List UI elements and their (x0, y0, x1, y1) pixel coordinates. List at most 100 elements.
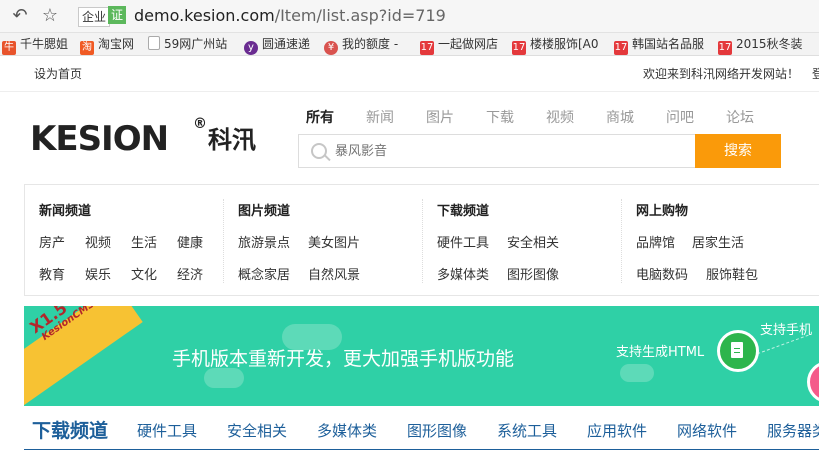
channel-link[interactable]: 教育 (39, 267, 65, 285)
channel-downloads: 下载频道 硬件工具 安全相关 多媒体类 图形图像 (437, 185, 627, 295)
feature-html-label: 支持生成HTML (616, 345, 705, 360)
set-home-link[interactable]: 设为首页 (34, 66, 82, 82)
subnav-link[interactable]: 图形图像 (407, 420, 467, 442)
bookmark-label: 淘宝网 (98, 37, 135, 51)
channel-shopping: 网上购物 品牌馆 居家生活 电脑数码 服饰鞋包 (636, 185, 816, 295)
bookmark-label: 千牛腮姐 (20, 37, 69, 51)
channel-images: 图片频道 旅游景点 美女图片 概念家居 自然风景 (238, 185, 428, 295)
certificate-badge[interactable]: 证 (108, 6, 126, 24)
promo-banner[interactable]: X1.5 KesionCMS 手机版本重新开发，更大加强手机版功能 支持生成HT… (24, 306, 819, 406)
channel-divider (422, 199, 424, 283)
mobile-icon (807, 361, 819, 403)
channel-title[interactable]: 下载频道 (437, 203, 489, 221)
subnav-link[interactable]: 网络软件 (677, 420, 737, 442)
subnav-link[interactable]: 应用软件 (587, 420, 647, 442)
channel-divider (223, 199, 225, 283)
bookmark-item[interactable]: 17 2015秋冬装 (718, 36, 803, 55)
url-field[interactable]: demo.kesion.com/Item/list.asp?id=719 (134, 5, 446, 27)
channel-news: 新闻频道 房产 视频 生活 健康 教育 娱乐 文化 经济 (39, 185, 229, 295)
channel-title[interactable]: 网上购物 (636, 203, 688, 221)
channel-link[interactable]: 视频 (85, 235, 111, 253)
logo-text-cn: 科汛 (208, 126, 256, 154)
17zwd-icon: 17 (512, 41, 526, 55)
search-tab-ask[interactable]: 问吧 (666, 108, 694, 128)
login-link[interactable]: 登 (812, 66, 819, 82)
channel-link[interactable]: 电脑数码 (636, 267, 688, 285)
channel-link[interactable]: 美女图片 (308, 235, 360, 253)
cloud-shape (620, 364, 654, 382)
bookmark-label: 我的额度 - (342, 37, 399, 51)
17zwd-icon: 17 (420, 41, 434, 55)
qianniu-icon: 牛 (2, 41, 16, 55)
search-box (298, 134, 695, 168)
bookmark-item[interactable]: 17 一起做网店 (420, 36, 499, 55)
bookmark-item[interactable]: 59网广州站 (148, 36, 227, 52)
channel-link[interactable]: 经济 (177, 267, 203, 285)
channel-title[interactable]: 新闻频道 (39, 203, 91, 221)
search-button[interactable]: 搜索 (695, 134, 781, 168)
subnav-link[interactable]: 服务器类 (767, 420, 819, 442)
channel-title[interactable]: 图片频道 (238, 203, 290, 221)
bookmark-label: 圆通速递 (262, 37, 311, 51)
subnav-link[interactable]: 安全相关 (227, 420, 287, 442)
bookmark-label: 一起做网店 (438, 37, 499, 51)
search-tab-images[interactable]: 图片 (426, 108, 454, 128)
bookmark-item[interactable]: 17 楼楼服饰[A0 (512, 36, 599, 55)
site-logo[interactable]: KESION ® 科汛 (30, 116, 260, 160)
bookmark-item[interactable]: y 圆通速递 (244, 36, 311, 55)
channel-link[interactable]: 硬件工具 (437, 235, 489, 253)
site-top-bar: 设为首页 欢迎来到科汛网络开发网站！ 登 (0, 56, 819, 92)
channel-link[interactable]: 居家生活 (692, 235, 744, 253)
channel-link[interactable]: 服饰鞋包 (706, 267, 758, 285)
bookmark-item[interactable]: ¥ 我的额度 - (324, 36, 399, 55)
channel-link[interactable]: 旅游景点 (238, 235, 290, 253)
channel-link[interactable]: 概念家居 (238, 267, 290, 285)
star-icon[interactable]: ☆ (40, 6, 60, 26)
channel-link[interactable]: 品牌馆 (636, 235, 675, 253)
bookmark-item[interactable]: 牛千牛腮姐 (2, 36, 69, 55)
search-input[interactable] (335, 143, 675, 161)
subnav-title[interactable]: 下载频道 (32, 418, 108, 444)
bookmarks-bar: 牛千牛腮姐 淘淘宝网 59网广州站 y 圆通速递 ¥ 我的额度 - 17 一起做网店 … (0, 33, 819, 56)
channel-directory: 新闻频道 房产 视频 生活 健康 教育 娱乐 文化 经济 图片频道 旅游景点 美… (24, 184, 819, 296)
channel-link[interactable]: 文化 (131, 267, 157, 285)
banner-headline: 手机版本重新开发，更大加强手机版功能 (172, 348, 515, 370)
subnav-link[interactable]: 硬件工具 (137, 420, 197, 442)
bookmark-label: 59网广州站 (164, 37, 228, 51)
search-tab-downloads[interactable]: 下载 (486, 108, 514, 128)
search-tab-news[interactable]: 新闻 (366, 108, 394, 128)
credit-icon: ¥ (324, 41, 338, 55)
search-tab-video[interactable]: 视频 (546, 108, 574, 128)
channel-link[interactable]: 自然风景 (308, 267, 360, 285)
subnav-link[interactable]: 多媒体类 (317, 420, 377, 442)
bookmark-label: 楼楼服饰[A0 (530, 37, 599, 51)
channel-link[interactable]: 安全相关 (507, 235, 559, 253)
yto-icon: y (244, 41, 258, 55)
subnav-link[interactable]: 系统工具 (497, 420, 557, 442)
download-category-nav: 下载频道 硬件工具 安全相关 多媒体类 图形图像 系统工具 应用软件 网络软件 … (24, 406, 819, 450)
search-icon (311, 143, 327, 159)
bookmark-item[interactable]: 淘淘宝网 (80, 36, 135, 55)
channel-link[interactable]: 房产 (39, 235, 65, 253)
enterprise-badge[interactable]: 企业 (78, 7, 111, 27)
back-arrow-icon[interactable]: ↶ (10, 6, 30, 26)
logo-registered-mark: ® (193, 116, 207, 132)
channel-link[interactable]: 图形图像 (507, 267, 559, 285)
17zwd-icon: 17 (614, 41, 628, 55)
bookmark-item[interactable]: 17 韩国站名品服 (614, 36, 704, 55)
channel-link[interactable]: 生活 (131, 235, 157, 253)
search-tab-all[interactable]: 所有 (306, 108, 334, 128)
taobao-icon: 淘 (80, 41, 94, 55)
url-host: demo.kesion.com (134, 6, 275, 25)
channel-link[interactable]: 多媒体类 (437, 267, 489, 285)
channel-link[interactable]: 娱乐 (85, 267, 111, 285)
channel-link[interactable]: 健康 (177, 235, 203, 253)
search-tab-mall[interactable]: 商城 (606, 108, 634, 128)
feature-mobile-label: 支持手机 (760, 323, 813, 338)
document-icon (717, 330, 759, 372)
page-icon (148, 36, 160, 50)
search-tab-forum[interactable]: 论坛 (726, 108, 754, 128)
welcome-text: 欢迎来到科汛网络开发网站！ (643, 67, 800, 81)
channel-divider (621, 199, 623, 283)
logo-text-en: KESION (30, 119, 169, 159)
